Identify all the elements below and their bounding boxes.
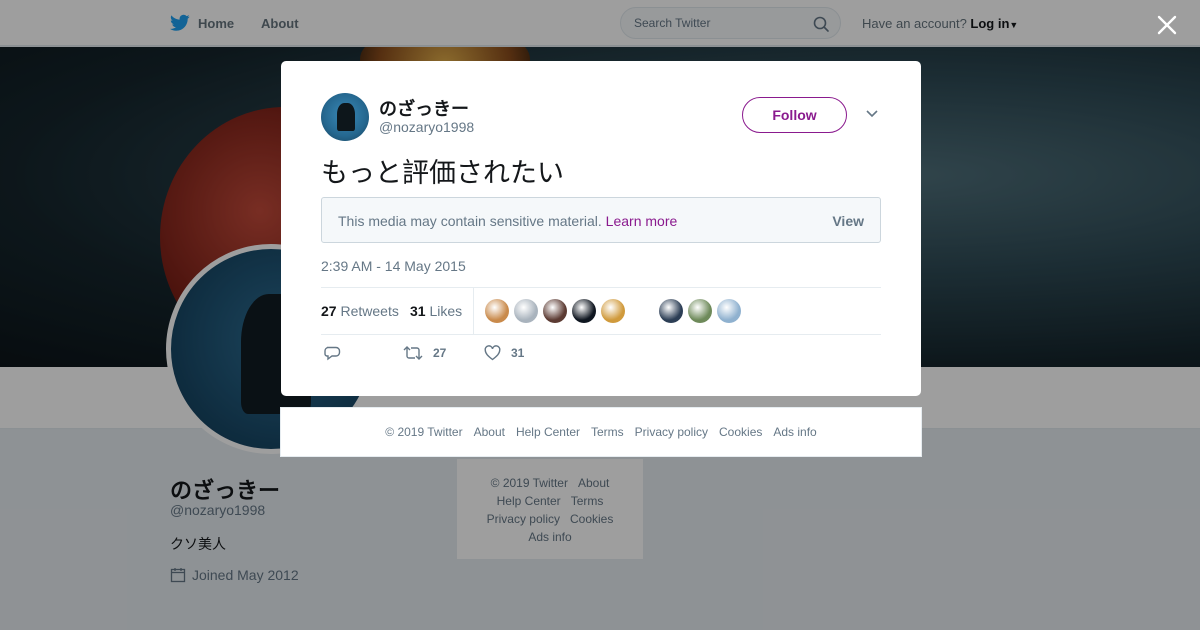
sensitive-media-warning: This media may contain sensitive materia… [321, 197, 881, 243]
tweet-text: もっと評価されたい [321, 158, 564, 188]
footer-help-link[interactable]: Help Center [516, 425, 580, 439]
footer-cookies-link[interactable]: Cookies [719, 425, 762, 439]
tweet-actions: 27 31 [321, 345, 881, 367]
view-media-button[interactable]: View [832, 213, 864, 229]
learn-more-link[interactable]: Learn more [606, 213, 678, 229]
footer-terms-link[interactable]: Terms [591, 425, 624, 439]
liker-avatar[interactable] [514, 299, 538, 323]
retweet-button[interactable]: 27 [403, 345, 446, 361]
retweet-action-count: 27 [433, 346, 447, 360]
follow-button[interactable]: Follow [742, 97, 847, 133]
sensitive-message-wrap: This media may contain sensitive materia… [338, 213, 677, 229]
like-action-count: 31 [511, 346, 525, 360]
tweet-modal: のざっきー @nozaryo1998 Follow もっと評価されたい This… [281, 61, 921, 396]
retweets-count: 27 [321, 303, 337, 319]
chevron-down-icon[interactable] [865, 107, 879, 121]
likes-label: Likes [429, 303, 463, 319]
tweet-author-handle[interactable]: @nozaryo1998 [379, 119, 474, 135]
liker-avatar[interactable] [659, 299, 683, 323]
like-button[interactable]: 31 [484, 345, 524, 361]
modal-footer: © 2019 Twitter About Help Center Terms P… [280, 407, 922, 457]
stats-divider [473, 288, 474, 334]
retweets-label: Retweets [340, 303, 399, 319]
footer-privacy-link[interactable]: Privacy policy [635, 425, 708, 439]
footer-copyright: © 2019 Twitter [385, 425, 463, 439]
close-icon[interactable] [1154, 12, 1180, 38]
likes-stat[interactable]: 31 Likes [410, 303, 462, 319]
liker-avatar[interactable] [485, 299, 509, 323]
heart-icon [484, 345, 501, 361]
likes-count: 31 [410, 303, 426, 319]
tweet-author-name[interactable]: のざっきー [379, 95, 469, 121]
tweet-author-avatar[interactable] [321, 93, 369, 141]
retweet-icon [403, 346, 423, 360]
liker-avatar[interactable] [572, 299, 596, 323]
tweet-timestamp[interactable]: 2:39 AM - 14 May 2015 [321, 258, 466, 274]
footer-about-link[interactable]: About [474, 425, 505, 439]
reply-icon [324, 346, 341, 361]
liker-avatar[interactable] [543, 299, 567, 323]
liker-avatar[interactable] [601, 299, 625, 323]
liker-avatar[interactable] [717, 299, 741, 323]
footer-ads-link[interactable]: Ads info [773, 425, 816, 439]
tweet-stats: 27 Retweets 31 Likes [321, 287, 881, 335]
reply-button[interactable] [324, 345, 341, 361]
liker-avatar[interactable] [688, 299, 712, 323]
retweets-stat[interactable]: 27 Retweets [321, 303, 399, 319]
sensitive-message: This media may contain sensitive materia… [338, 213, 602, 229]
